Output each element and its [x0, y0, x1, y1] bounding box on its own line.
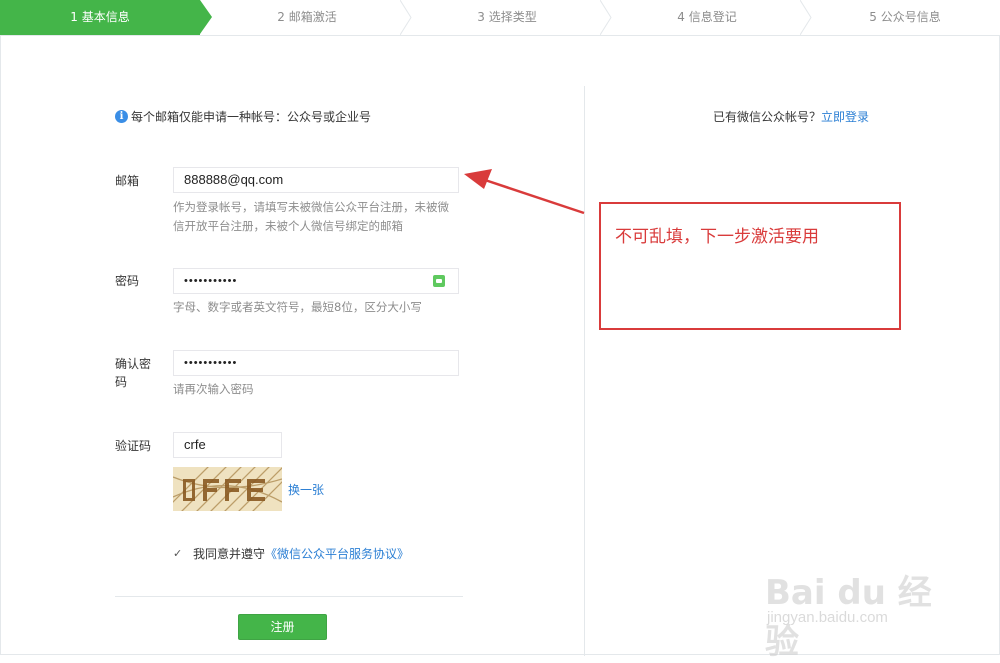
confirm-password-field[interactable]: •••••••••••: [173, 350, 459, 376]
account-tip-text: 每个邮箱仅能申请一种帐号：公众号或企业号: [131, 110, 372, 124]
agree-checkbox[interactable]: ✓: [173, 547, 185, 560]
agreement-row: ✓ 我同意并遵守 《微信公众平台服务协议》: [173, 545, 409, 562]
step-choose-type: 3 选择类型: [477, 10, 537, 24]
captcha-label: 验证码: [115, 439, 152, 453]
step-basic-info: 1 基本信息: [0, 0, 200, 35]
password-hint: 字母、数字或者英文符号，最短8位，区分大小写: [173, 300, 422, 314]
step-account-info: 5 公众号信息: [869, 10, 941, 24]
step-email-activate: 2 邮箱激活: [277, 10, 337, 24]
form-divider: [115, 596, 463, 597]
info-icon: i: [115, 110, 128, 123]
password-value: •••••••••••: [184, 275, 238, 287]
captcha-picture: [173, 467, 282, 511]
register-button[interactable]: 注册: [238, 614, 327, 640]
step-bar: 1 基本信息 2 邮箱激活 3 选择类型 4 信息登记 5 公众号信息: [0, 0, 1000, 36]
annotation-arrow: [464, 169, 585, 215]
step-separator: [800, 0, 812, 35]
lock-icon: [433, 275, 445, 287]
step-active-arrow: [200, 0, 212, 34]
login-prompt-text: 已有微信公众帐号？: [713, 110, 822, 124]
email-field[interactable]: 888888@qq.com: [173, 167, 459, 193]
login-prompt: 已有微信公众帐号？立即登录: [713, 108, 869, 125]
agreement-link[interactable]: 《微信公众平台服务协议》: [265, 545, 409, 562]
confirm-password-hint: 请再次输入密码: [173, 382, 254, 396]
captcha-field[interactable]: crfe: [173, 432, 282, 458]
annotation-box: 不可乱填，下一步激活要用: [599, 202, 901, 330]
refresh-captcha-link[interactable]: 换一张: [288, 481, 324, 498]
agree-text: 我同意并遵守: [193, 547, 266, 561]
login-link[interactable]: 立即登录: [821, 110, 869, 124]
confirm-password-label: 确认密码: [115, 357, 152, 389]
step-info-register: 4 信息登记: [677, 10, 737, 24]
email-label: 邮箱: [115, 174, 140, 188]
annotation-text: 不可乱填，下一步激活要用: [615, 227, 819, 247]
password-label: 密码: [115, 274, 140, 288]
baidu-watermark: Bai du 经验 jingyan.baidu.com: [765, 545, 965, 662]
account-tip: i 每个邮箱仅能申请一种帐号：公众号或企业号: [115, 108, 371, 125]
password-field[interactable]: •••••••••••: [173, 268, 459, 294]
email-hint: 作为登录帐号，请填写未被微信公众平台注册，未被微信开放平台注册，未被个人微信号绑…: [173, 200, 449, 233]
step-separator: [400, 0, 412, 35]
watermark-sub-text: jingyan.baidu.com: [767, 609, 888, 626]
step-separator: [600, 0, 612, 35]
captcha-image[interactable]: [173, 467, 282, 511]
